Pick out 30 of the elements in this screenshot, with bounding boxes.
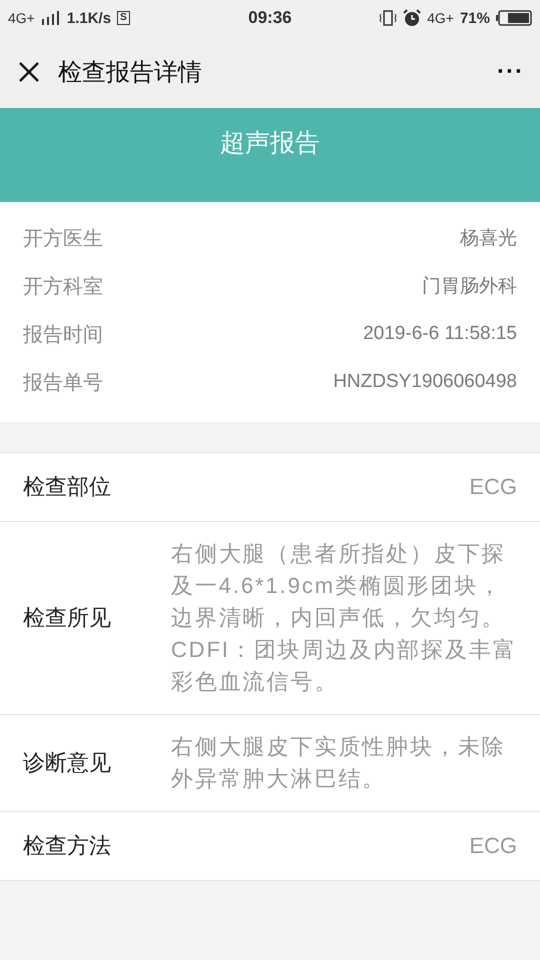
info-label: 开方科室 xyxy=(23,274,103,300)
signal-icon xyxy=(40,11,61,25)
close-icon[interactable] xyxy=(18,61,40,83)
info-value: HNZDSY1906060498 xyxy=(333,371,517,393)
network-speed: 1.1K/s xyxy=(66,10,112,26)
detail-label: 检查方法 xyxy=(23,832,111,860)
detail-value: ECG xyxy=(469,473,517,501)
battery-percent: 71% xyxy=(460,10,490,26)
info-value: 杨喜光 xyxy=(460,227,517,251)
info-value: 门胃肠外科 xyxy=(422,275,517,299)
more-button[interactable]: ··· xyxy=(497,58,524,86)
info-value: 2019-6-6 11:58:15 xyxy=(363,323,517,345)
clock: 09:36 xyxy=(248,8,292,28)
alarm-icon xyxy=(403,9,422,27)
info-label: 开方医生 xyxy=(23,226,103,252)
sim-badge: S xyxy=(117,11,130,25)
detail-label: 诊断意见 xyxy=(23,749,111,777)
detail-label: 检查所见 xyxy=(23,604,111,632)
report-type-title: 超声报告 xyxy=(220,128,320,158)
detail-label: 检查部位 xyxy=(23,473,111,501)
vibrate-icon xyxy=(379,10,398,26)
detail-value: 右侧大腿皮下实质性肿块，未除外异常肿大淋巴结。 xyxy=(171,733,507,793)
info-label: 报告时间 xyxy=(23,322,103,348)
page-title: 检查报告详情 xyxy=(58,58,203,88)
network-label: 4G+ xyxy=(8,10,35,26)
detail-value: ECG xyxy=(469,832,517,860)
network-label: 4G+ xyxy=(427,10,454,26)
battery-icon xyxy=(496,10,532,26)
detail-value: 右侧大腿（患者所指处）皮下探及一4.6*1.9cm类椭圆形团块，边界清晰，内回声低，欠均匀。CDFI：团块周边及内部探及丰富彩色血流信号。 xyxy=(171,540,517,696)
info-label: 报告单号 xyxy=(23,370,103,396)
